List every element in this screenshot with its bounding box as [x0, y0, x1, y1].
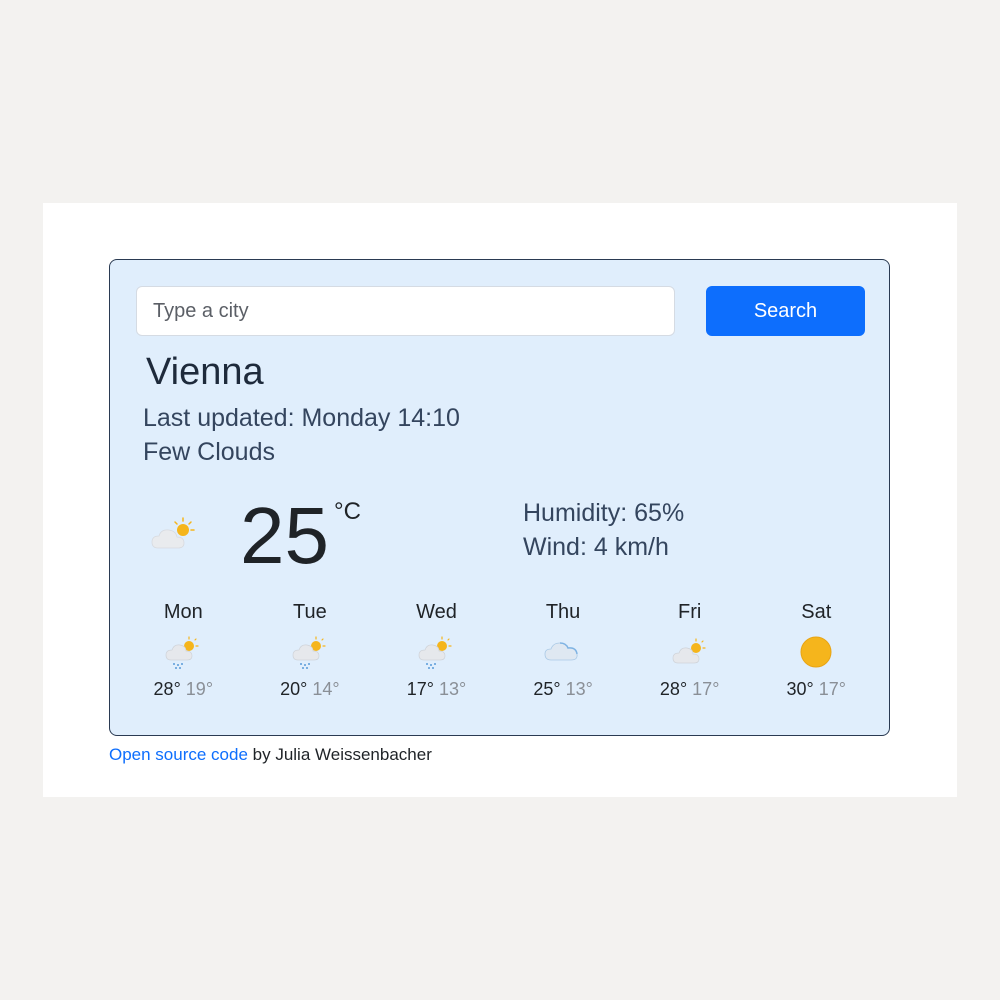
forecast-max: 25°	[533, 679, 561, 699]
forecast-min: 13°	[438, 679, 467, 699]
humidity: Humidity: 65%	[523, 499, 685, 527]
sun-cloud-rain-icon	[165, 636, 199, 669]
search-form: Search	[136, 286, 866, 336]
forecast: Mon 28° 19° Tue 20° 14° Wed 17° 13° Thu …	[120, 600, 880, 710]
forecast-day-name: Wed	[416, 601, 457, 623]
page-card: Search Vienna Last updated: Monday 14:10…	[43, 203, 957, 797]
temperature-unit: °C	[334, 498, 361, 525]
footer: Open source code by Julia Weissenbacher	[109, 745, 432, 765]
forecast-min: 13°	[565, 679, 593, 699]
weather-details: Humidity: 65% Wind: 4 km/h	[523, 496, 684, 564]
forecast-min: 17°	[692, 679, 720, 699]
footer-credit: by Julia Weissenbacher	[247, 745, 432, 764]
sun-cloud-icon	[151, 517, 195, 549]
forecast-max: 28°	[659, 679, 688, 699]
weather-description: Few Clouds	[143, 438, 275, 466]
forecast-max: 20°	[280, 679, 308, 699]
sun-cloud-rain-icon	[292, 636, 326, 669]
forecast-temps: 28° 19°	[120, 678, 247, 700]
forecast-max: 30°	[786, 679, 814, 699]
forecast-day-name: Tue	[293, 601, 327, 623]
forecast-max: 17°	[406, 679, 434, 699]
search-button[interactable]: Search	[706, 286, 865, 336]
forecast-temps: 30° 17°	[753, 678, 880, 700]
forecast-temps: 28° 17°	[626, 678, 753, 700]
forecast-day-wed: Wed 17° 13°	[373, 600, 500, 710]
forecast-temps: 25° 13°	[500, 678, 627, 700]
forecast-max: 28°	[153, 679, 181, 699]
forecast-min: 14°	[312, 679, 340, 699]
forecast-day-thu: Thu 25° 13°	[500, 600, 627, 710]
forecast-temps: 17° 13°	[373, 678, 500, 700]
weather-app: Search Vienna Last updated: Monday 14:10…	[109, 259, 890, 736]
city-search-input[interactable]	[136, 286, 675, 336]
forecast-day-tue: Tue 20° 14°	[247, 600, 374, 710]
city-name: Vienna	[146, 351, 264, 393]
sun-cloud-rain-icon	[419, 636, 453, 669]
open-source-link[interactable]: Open source code	[109, 745, 248, 764]
sun-cloud-icon	[672, 638, 706, 664]
forecast-day-name: Fri	[678, 601, 702, 623]
forecast-day-name: Mon	[163, 601, 203, 623]
forecast-day-name: Sat	[801, 601, 832, 623]
sun-icon	[800, 636, 832, 668]
forecast-day-sat: Sat 30° 17°	[753, 600, 880, 710]
forecast-min: 17°	[818, 679, 846, 699]
cloud-icon	[544, 642, 578, 661]
wind: Wind: 4 km/h	[523, 533, 669, 561]
last-updated: Last updated: Monday 14:10	[143, 404, 460, 432]
current-temperature: 25	[240, 491, 329, 580]
forecast-temps: 20° 14°	[247, 678, 374, 700]
forecast-min: 19°	[185, 679, 214, 699]
forecast-day-fri: Fri 28° 17°	[626, 600, 753, 710]
forecast-day-mon: Mon 28° 19°	[120, 600, 247, 710]
forecast-day-name: Thu	[545, 601, 581, 623]
